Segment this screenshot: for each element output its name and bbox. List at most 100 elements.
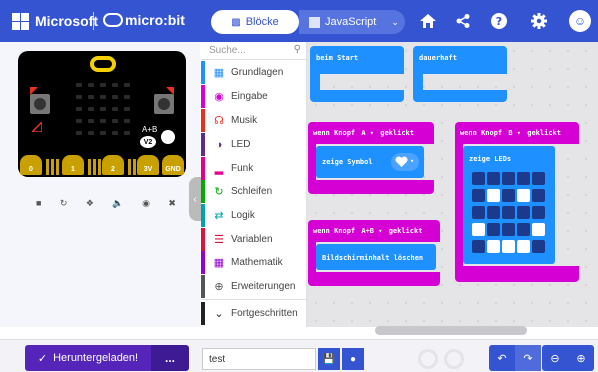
home-icon[interactable]: [417, 10, 439, 32]
tab-javascript-label: JavaScript: [325, 16, 377, 28]
tab-javascript[interactable]: JavaScript ⌄: [299, 10, 405, 34]
on-button-a-block[interactable]: wenn Knopf A ▾ geklickt: [308, 122, 434, 144]
loop-arrow-icon: ↻: [214, 186, 224, 198]
share-icon[interactable]: [452, 10, 474, 32]
show-leds-block[interactable]: zeige LEDs: [463, 146, 555, 264]
category-input[interactable]: ◉ Eingabe: [201, 85, 307, 108]
pin-0[interactable]: 0: [20, 155, 42, 175]
search-icon[interactable]: ⚲: [294, 44, 301, 55]
category-loops[interactable]: ↻ Schleifen: [201, 180, 307, 203]
on-start-block[interactable]: beim Start: [310, 46, 404, 74]
microbit-logo-icon: [103, 13, 123, 27]
led-cell[interactable]: [517, 223, 530, 236]
pin-2[interactable]: 2: [102, 155, 124, 175]
download-more-button[interactable]: ...: [151, 345, 189, 371]
settings-icon[interactable]: [528, 10, 550, 32]
led-cell[interactable]: [517, 206, 530, 219]
led-cell[interactable]: [472, 223, 485, 236]
board-logo-icon[interactable]: [90, 56, 116, 72]
led-cell[interactable]: [472, 172, 485, 185]
simulator-panel: A+B V2 0 1 2 3V GND ■ ↻ ❖ 🔈 ◉ ✖: [0, 42, 200, 327]
microbit-board[interactable]: A+B V2 0 1 2 3V GND: [18, 51, 186, 177]
led-cell[interactable]: [532, 189, 545, 202]
led-cell[interactable]: [517, 189, 530, 202]
category-basic[interactable]: ▦ Grundlagen: [201, 61, 307, 84]
led-cell[interactable]: [487, 172, 500, 185]
screenshot-icon[interactable]: ◉: [142, 198, 150, 209]
led-cell[interactable]: [532, 172, 545, 185]
zoom-in-icon: ⊕: [576, 352, 586, 365]
category-variables[interactable]: ☰ Variablen: [201, 228, 307, 251]
led-cell[interactable]: [502, 172, 515, 185]
toolbox-search-input[interactable]: Suche... ⚲: [201, 42, 307, 60]
category-extensions[interactable]: ⊕ Erweiterungen: [201, 275, 307, 298]
led-cell[interactable]: [472, 189, 485, 202]
led-cell[interactable]: [502, 240, 515, 253]
restart-icon[interactable]: ↻: [60, 198, 68, 209]
led-cell[interactable]: [472, 240, 485, 253]
pin-3v[interactable]: 3V: [137, 155, 159, 175]
button-ab[interactable]: [161, 130, 175, 144]
led-cell[interactable]: [532, 240, 545, 253]
led-cell[interactable]: [517, 240, 530, 253]
led-cell[interactable]: [532, 206, 545, 219]
led-cell[interactable]: [487, 240, 500, 253]
stop-icon[interactable]: ■: [36, 198, 41, 208]
blocks-workspace[interactable]: beim Start dauerhaft wenn Knopf A ▾ gekl…: [307, 42, 598, 327]
product-label[interactable]: micro:bit: [125, 12, 185, 28]
icon-picker-dropdown[interactable]: ▾: [391, 153, 419, 171]
category-math[interactable]: ▦ Mathematik: [201, 251, 307, 274]
chevron-down-icon[interactable]: ⌄: [391, 17, 399, 28]
show-icon-block[interactable]: zeige Symbol ▾: [316, 146, 424, 178]
download-button[interactable]: ✓ Heruntergeladen!: [25, 345, 151, 371]
button-a[interactable]: [30, 94, 50, 114]
category-advanced[interactable]: ⌄ Fortgeschritten: [201, 302, 307, 325]
workspace-scrollbar[interactable]: [375, 326, 527, 335]
category-logic[interactable]: ⇄ Logik: [201, 204, 307, 227]
button-b-dropdown[interactable]: B ▾: [508, 129, 521, 137]
led-cell[interactable]: [502, 206, 515, 219]
save-button[interactable]: 💾: [318, 348, 340, 370]
forever-block[interactable]: dauerhaft: [413, 46, 507, 74]
led-cell[interactable]: [487, 189, 500, 202]
undo-button[interactable]: ↶: [489, 345, 515, 371]
led-cell[interactable]: [487, 206, 500, 219]
zoom-out-button[interactable]: ⊖: [542, 345, 568, 371]
on-button-ab-block[interactable]: wenn Knopf A+B ▾ geklickt: [308, 220, 440, 242]
category-led[interactable]: ◑ LED: [201, 133, 307, 156]
category-label: Fortgeschritten: [231, 308, 298, 319]
led-cell[interactable]: [532, 223, 545, 236]
led-cell[interactable]: [487, 223, 500, 236]
project-name-input[interactable]: [202, 348, 316, 370]
category-radio[interactable]: ▂ Funk: [201, 157, 307, 180]
category-music[interactable]: ☊ Musik: [201, 109, 307, 132]
zoom-in-button[interactable]: ⊕: [568, 345, 594, 371]
clear-screen-block[interactable]: Bildschirminhalt löschen: [316, 244, 436, 270]
download-check-icon: ✓: [37, 352, 48, 365]
collapse-simulator-button[interactable]: ‹: [189, 177, 201, 221]
category-label: Grundlagen: [231, 67, 284, 78]
on-button-b-block[interactable]: wenn Knopf B ▾ geklickt: [455, 122, 579, 144]
mute-icon[interactable]: 🔈: [112, 198, 123, 209]
pin-1[interactable]: 1: [62, 155, 84, 175]
led-cell[interactable]: [517, 172, 530, 185]
fullscreen-icon[interactable]: ✖: [168, 198, 176, 209]
button-ab-dropdown[interactable]: A+B ▾: [361, 227, 382, 235]
redo-button[interactable]: ↷: [515, 345, 541, 371]
show-leds-label: zeige LEDs: [469, 155, 512, 163]
led-cell[interactable]: [502, 189, 515, 202]
led-cell[interactable]: [502, 223, 515, 236]
debug-icon[interactable]: ❖: [86, 198, 94, 209]
tab-blocks[interactable]: ▩ Blöcke: [211, 10, 299, 34]
help-icon[interactable]: ?: [488, 10, 510, 32]
pin-gnd[interactable]: GND: [162, 155, 184, 175]
led-matrix: [73, 79, 133, 139]
microsoft-brand[interactable]: Microsoft: [12, 11, 98, 31]
github-button[interactable]: ●: [342, 348, 364, 370]
button-a-dropdown[interactable]: A ▾: [361, 129, 374, 137]
tab-blocks-label: Blöcke: [245, 16, 279, 28]
button-b[interactable]: [154, 94, 174, 114]
led-cell[interactable]: [472, 206, 485, 219]
led-editor-grid[interactable]: [472, 172, 548, 256]
account-icon[interactable]: ☺: [569, 10, 591, 32]
